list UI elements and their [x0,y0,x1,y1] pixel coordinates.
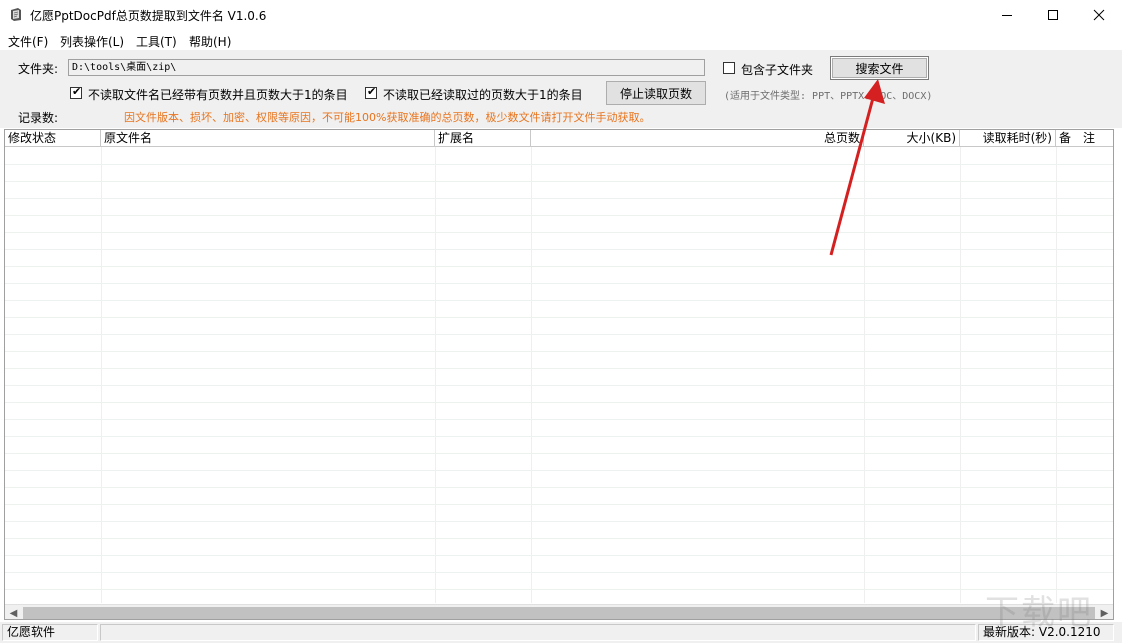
status-company: 亿愿软件 [2,624,98,641]
column-header-notes[interactable]: 备 注 [1056,130,1113,147]
column-header-status[interactable]: 修改状态 [5,130,101,147]
skip-named-label: 不读取文件名已经带有页数并且页数大于1的条目 [88,88,348,102]
row-divider [5,317,1113,318]
row-divider [5,470,1113,471]
options-panel: 文件夹: D:\tools\桌面\zip\ 包含子文件夹 搜索文件 ✔ 不读取文… [0,50,1122,128]
row-divider [5,215,1113,216]
watermark-logo: 下载吧 [985,593,1093,633]
row-divider [5,232,1113,233]
row-divider [5,436,1113,437]
menu-file[interactable]: 文件(F) [8,33,48,50]
file-list-table[interactable]: 修改状态 原文件名 扩展名 总页数 大小(KB) 读取耗时(秒) 备 注 ◀ ▶ [4,129,1114,620]
folder-label: 文件夹: [18,62,59,76]
maximize-button[interactable] [1030,0,1076,30]
stop-reading-button[interactable]: 停止读取页数 [606,81,706,105]
stop-reading-label: 停止读取页数 [619,86,692,101]
row-divider [5,555,1113,556]
maximize-icon [1048,10,1058,20]
accuracy-warning: 因文件版本、损坏、加密、权限等原因，不可能100%获取准确的总页数，极少数文件请… [124,111,651,124]
row-divider [5,385,1113,386]
row-divider [5,589,1113,590]
row-divider [5,300,1113,301]
column-header-extension[interactable]: 扩展名 [435,130,531,147]
folder-path-field[interactable]: D:\tools\桌面\zip\ [68,59,705,76]
menu-bar: 文件(F) 列表操作(L) 工具(T) 帮助(H) [0,30,1122,50]
close-icon [1093,9,1105,21]
row-divider [5,487,1113,488]
include-subfolders-checkbox[interactable] [723,62,735,74]
title-bar: 亿愿PptDocPdf总页数提取到文件名 V1.0.6 [0,0,1122,30]
scroll-left-icon[interactable]: ◀ [5,605,22,619]
row-divider [5,572,1113,573]
row-divider [5,266,1113,267]
column-header-size[interactable]: 大小(KB) [864,130,960,147]
row-divider [5,283,1113,284]
row-divider [5,368,1113,369]
column-header-read-time[interactable]: 读取耗时(秒) [960,130,1056,147]
minimize-button[interactable] [984,0,1030,30]
search-files-button[interactable]: 搜索文件 [830,56,929,80]
row-divider [5,181,1113,182]
horizontal-scrollbar[interactable]: ◀ ▶ [5,604,1113,619]
row-divider [5,521,1113,522]
scroll-right-icon[interactable]: ▶ [1096,605,1113,619]
row-divider [5,419,1113,420]
menu-tools[interactable]: 工具(T) [136,33,177,50]
status-message [100,624,976,641]
scrollbar-thumb[interactable] [23,607,1095,619]
app-icon [11,8,21,21]
minimize-icon [1002,15,1012,16]
file-types-hint: (适用于文件类型: PPT、PPTX、DOC、DOCX) [724,91,933,102]
skip-read-label: 不读取已经读取过的页数大于1的条目 [383,88,583,102]
row-divider [5,453,1113,454]
close-button[interactable] [1076,0,1122,30]
row-divider [5,504,1113,505]
row-divider [5,402,1113,403]
row-divider [5,538,1113,539]
row-divider [5,334,1113,335]
column-header-filename[interactable]: 原文件名 [101,130,435,147]
row-divider [5,164,1113,165]
search-files-label: 搜索文件 [855,61,904,76]
menu-list-operations[interactable]: 列表操作(L) [60,33,124,50]
menu-help[interactable]: 帮助(H) [189,33,231,50]
table-header: 修改状态 原文件名 扩展名 总页数 大小(KB) 读取耗时(秒) 备 注 [5,130,1113,147]
check-mark-icon: ✔ [367,85,377,98]
records-label: 记录数: [18,111,59,125]
skip-named-checkbox[interactable]: ✔ [70,85,82,99]
column-header-pages[interactable]: 总页数 [531,130,864,147]
row-divider [5,351,1113,352]
skip-read-checkbox[interactable]: ✔ [365,85,377,99]
include-subfolders-label: 包含子文件夹 [741,63,814,77]
check-mark-icon: ✔ [72,85,82,98]
status-bar: 亿愿软件 最新版本: V2.0.1210 [0,622,1122,643]
row-divider [5,198,1113,199]
table-body [5,147,1113,603]
window-title: 亿愿PptDocPdf总页数提取到文件名 V1.0.6 [30,9,267,23]
row-divider [5,249,1113,250]
